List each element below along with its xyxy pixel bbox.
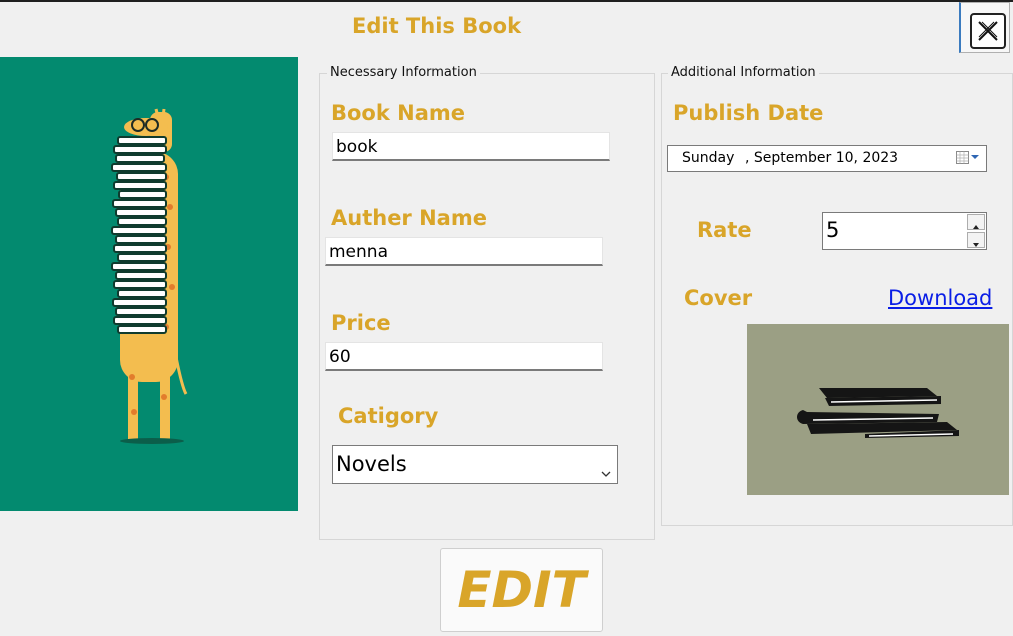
page-title: Edit This Book	[352, 14, 522, 38]
window-top-border	[0, 0, 1013, 2]
category-label: Catigory	[338, 404, 439, 428]
book-illustration	[0, 57, 298, 511]
giraffe-books-illustration	[111, 108, 188, 444]
cover-label: Cover	[684, 286, 753, 310]
price-label: Price	[331, 311, 391, 335]
publish-date-day: Sunday	[682, 150, 735, 166]
book-name-input[interactable]: book	[332, 132, 610, 161]
edit-button[interactable]: EDIT	[440, 548, 603, 632]
calendar-icon	[956, 151, 980, 169]
book-name-label: Book Name	[331, 101, 466, 125]
publish-date-picker[interactable]: Sunday , September 10, 2023	[667, 145, 987, 172]
category-value: Novels	[336, 452, 407, 476]
publish-date-text: , September 10, 2023	[745, 150, 899, 166]
close-icon	[970, 13, 1006, 49]
rate-spinner[interactable]: 5	[822, 212, 987, 250]
author-name-label: Auther Name	[331, 206, 487, 230]
rate-value: 5	[826, 218, 840, 242]
books-icon	[797, 388, 959, 438]
category-select[interactable]: Novels	[332, 445, 618, 484]
price-input[interactable]: 60	[325, 342, 603, 371]
download-link[interactable]: Download	[888, 286, 992, 310]
publish-date-label: Publish Date	[673, 101, 824, 125]
chevron-down-icon	[601, 459, 611, 483]
group-legend: Additional Information	[668, 65, 819, 80]
close-button[interactable]	[959, 2, 1010, 53]
cover-image	[747, 324, 1009, 495]
spin-down-icon[interactable]	[967, 232, 985, 248]
rate-label: Rate	[697, 218, 752, 242]
spin-up-icon[interactable]	[967, 214, 985, 230]
group-legend: Necessary Information	[327, 65, 480, 80]
author-name-input[interactable]: menna	[325, 237, 603, 266]
